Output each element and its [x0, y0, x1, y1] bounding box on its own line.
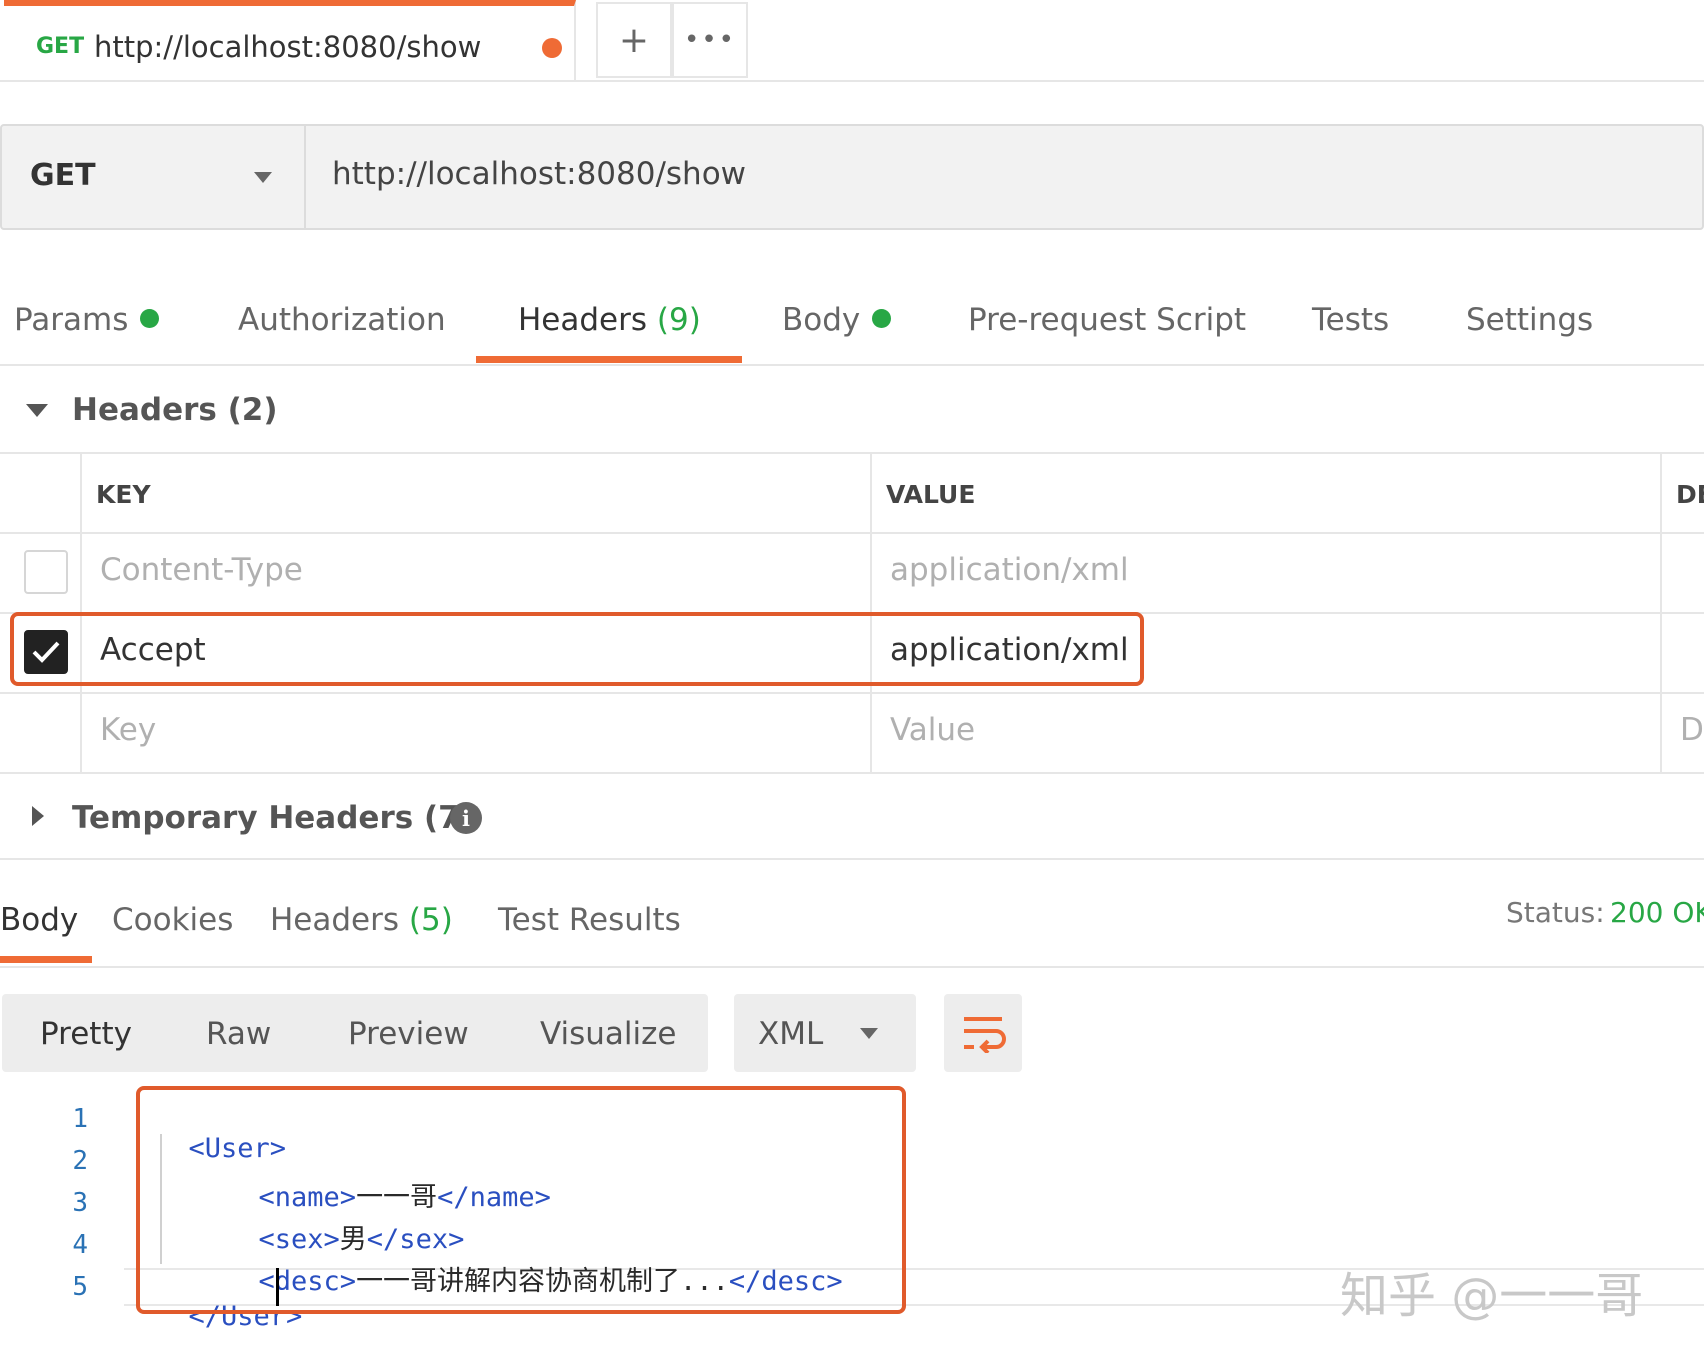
- headers-section-title[interactable]: Headers (2): [72, 392, 278, 428]
- new-header-value-input[interactable]: Value: [890, 712, 975, 748]
- tab-settings-label: Settings: [1466, 302, 1594, 338]
- wrap-lines-button[interactable]: [944, 994, 1022, 1072]
- body-active-dot-icon: [872, 309, 892, 328]
- response-tab-headers-count: (5): [408, 902, 453, 938]
- divider: [0, 532, 1704, 534]
- tab-bar: GET http://localhost:8080/show + •••: [0, 0, 1704, 82]
- tab-authorization-label: Authorization: [238, 302, 446, 338]
- tab-params-label: Params: [14, 302, 129, 338]
- watermark: 知乎 @一一哥: [1340, 1268, 1644, 1324]
- collapse-triangle-icon[interactable]: [26, 404, 48, 417]
- new-header-key-input[interactable]: Key: [100, 712, 156, 748]
- code-highlight-annotation: [136, 1086, 906, 1314]
- tab-tests[interactable]: Tests: [1312, 302, 1389, 338]
- response-tab-test-results[interactable]: Test Results: [498, 902, 681, 938]
- tab-params[interactable]: Params: [14, 302, 160, 338]
- request-tabs: Params Authorization Headers (9) Body Pr…: [0, 260, 1704, 366]
- tab-headers-label: Headers: [518, 302, 648, 338]
- method-select[interactable]: GET: [2, 126, 306, 228]
- chevron-down-icon: [254, 172, 272, 183]
- header-value-cell[interactable]: application/xml: [890, 552, 1129, 588]
- new-tab-button[interactable]: +: [596, 2, 672, 78]
- response-tab-headers-label: Headers: [270, 902, 400, 938]
- line-number: 4: [72, 1230, 88, 1260]
- tab-settings[interactable]: Settings: [1466, 302, 1593, 338]
- plus-icon: +: [618, 19, 650, 61]
- tab-body[interactable]: Body: [782, 302, 892, 338]
- view-mode-preview[interactable]: Preview: [348, 1016, 469, 1052]
- response-tabs: Body Cookies Headers (5) Test Results: [0, 858, 1704, 968]
- column-header-description: DE: [1676, 480, 1704, 509]
- tab-headers[interactable]: Headers (9): [518, 302, 701, 338]
- response-tab-body[interactable]: Body: [0, 902, 78, 938]
- unsaved-dot-icon: [542, 38, 562, 58]
- tab-headers-count: (9): [656, 302, 701, 338]
- column-header-key: KEY: [96, 480, 151, 509]
- status-value[interactable]: 200 OK: [1610, 896, 1704, 929]
- format-select[interactable]: XML: [734, 994, 916, 1072]
- view-mode-visualize[interactable]: Visualize: [540, 1016, 677, 1052]
- format-select-value: XML: [758, 1016, 824, 1052]
- column-header-value: VALUE: [886, 480, 976, 509]
- line-number: 2: [72, 1146, 88, 1176]
- wrap-lines-icon: [964, 1017, 1006, 1053]
- response-tab-test-results-label: Test Results: [498, 902, 681, 938]
- more-tabs-button[interactable]: •••: [672, 2, 748, 78]
- line-number: 3: [72, 1188, 88, 1218]
- request-tab[interactable]: GET http://localhost:8080/show: [4, 0, 576, 80]
- method-select-value: GET: [30, 158, 96, 193]
- expand-triangle-icon[interactable]: [32, 806, 44, 826]
- chevron-down-icon: [860, 1028, 878, 1039]
- active-tab-indicator: [476, 356, 742, 363]
- header-row-checkbox[interactable]: [24, 550, 68, 594]
- status-label: Status:: [1506, 896, 1605, 929]
- response-active-tab-indicator: [0, 956, 92, 963]
- ellipsis-icon: •••: [683, 25, 736, 55]
- line-number: 1: [72, 1104, 88, 1134]
- view-mode-group: Pretty Raw Preview Visualize: [2, 994, 708, 1072]
- highlight-annotation: [10, 612, 1144, 686]
- tab-pre-request-label: Pre-request Script: [968, 302, 1247, 338]
- response-tab-cookies[interactable]: Cookies: [112, 902, 233, 938]
- params-active-dot-icon: [140, 309, 160, 328]
- response-tab-headers[interactable]: Headers (5): [270, 902, 453, 938]
- info-icon-glyph: i: [462, 805, 470, 831]
- view-mode-raw[interactable]: Raw: [206, 1016, 271, 1052]
- url-bar: GET http://localhost:8080/show: [0, 124, 1704, 230]
- view-mode-pretty[interactable]: Pretty: [40, 1016, 132, 1052]
- url-input[interactable]: http://localhost:8080/show: [332, 156, 746, 192]
- info-icon[interactable]: i: [450, 802, 482, 834]
- response-tab-body-label: Body: [0, 902, 79, 938]
- tab-body-label: Body: [782, 302, 861, 338]
- request-tab-method: GET: [36, 34, 85, 59]
- request-tab-url: http://localhost:8080/show: [94, 30, 482, 64]
- header-key-cell[interactable]: Content-Type: [100, 552, 303, 588]
- new-header-description-input[interactable]: D: [1680, 712, 1704, 748]
- temporary-headers-title[interactable]: Temporary Headers (7): [72, 800, 474, 836]
- response-tab-cookies-label: Cookies: [112, 902, 234, 938]
- tab-pre-request-script[interactable]: Pre-request Script: [968, 302, 1246, 338]
- line-number: 5: [72, 1272, 88, 1302]
- divider: [0, 692, 1704, 694]
- tab-tests-label: Tests: [1312, 302, 1390, 338]
- tab-authorization[interactable]: Authorization: [238, 302, 446, 338]
